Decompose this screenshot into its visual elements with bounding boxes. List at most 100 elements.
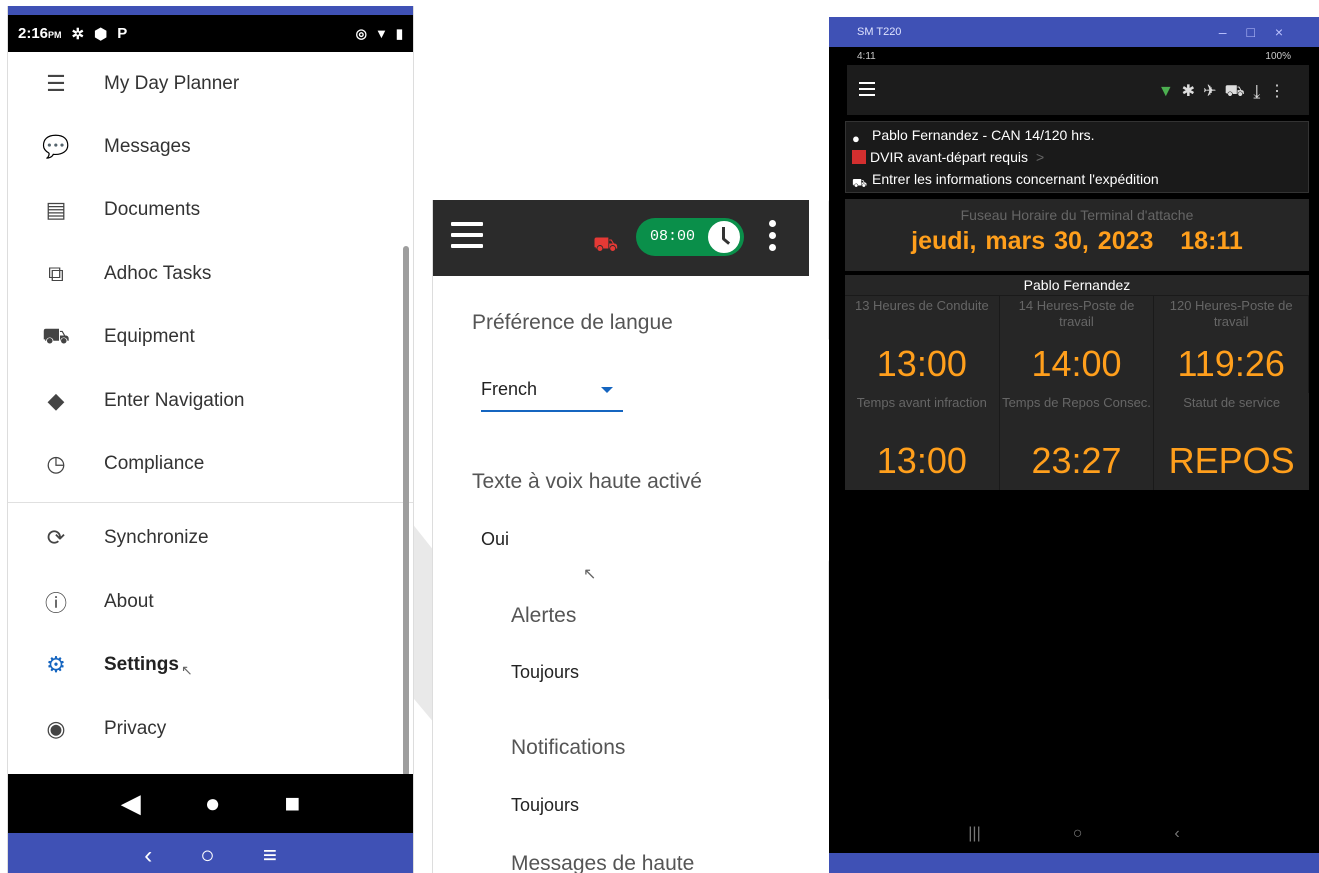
cell-value: 23:27: [1031, 440, 1122, 481]
back-icon[interactable]: ◀: [121, 788, 141, 819]
parking-icon: P: [117, 25, 128, 42]
hours-grid: Pablo Fernandez 13 Heures de Conduite 13:…: [845, 275, 1309, 490]
hours-cell: Statut de service REPOS: [1154, 393, 1309, 490]
satellite-icon[interactable]: ✈: [1203, 83, 1224, 100]
menu-item-my-day-planner[interactable]: ☰ My Day Planner: [8, 52, 413, 115]
app-bar: ▼✱✈⛟⤓⋮: [847, 65, 1309, 115]
window-top-bar: [8, 6, 413, 15]
truck-alert-icon[interactable]: ⛟: [593, 235, 618, 255]
system-nav-bar: ||| ○ ‹: [829, 825, 1319, 853]
dvir-row[interactable]: DVIR avant-départ requis >: [852, 146, 1302, 168]
menu-item-label: Settings: [104, 654, 179, 676]
menu-item-messages[interactable]: 💬 Messages: [8, 115, 413, 178]
hours-cells: 13 Heures de Conduite 13:00 14 Heures-Pos…: [845, 296, 1309, 490]
cell-value: REPOS: [1168, 440, 1295, 481]
timezone-panel: Fuseau Horaire du Terminal d'attache jeu…: [845, 199, 1309, 271]
window-controls[interactable]: – □ ×: [1219, 24, 1291, 40]
scrollbar[interactable]: [403, 246, 409, 776]
menu-item-adhoc-tasks[interactable]: ⧉ Adhoc Tasks: [8, 242, 413, 305]
bluetooth-icon[interactable]: ✱: [1182, 83, 1203, 100]
menu-item-label: Equipment: [104, 326, 195, 348]
battery-level: 100%: [1265, 50, 1291, 62]
cell-value: 119:26: [1177, 343, 1285, 384]
download-icon[interactable]: ⤓: [1253, 83, 1269, 100]
truck-icon[interactable]: ⛟: [1224, 83, 1252, 100]
home-icon[interactable]: ●: [205, 788, 221, 819]
alerts-value[interactable]: Toujours: [511, 662, 579, 683]
menu-item-label: Enter Navigation: [104, 389, 245, 411]
clock-icon[interactable]: [706, 219, 742, 255]
menu-item-label: My Day Planner: [104, 72, 240, 94]
hamburger-menu-icon[interactable]: [451, 222, 483, 250]
more-vert-icon[interactable]: ⋮: [1269, 83, 1293, 100]
menu-item-settings[interactable]: ⚙ Settings ↖: [8, 634, 413, 697]
recents-icon[interactable]: |||: [968, 825, 980, 853]
messages-heading: Messages de haute: [511, 852, 695, 873]
truck-icon: ⛟: [42, 322, 70, 348]
dvir-icon: [852, 150, 866, 164]
shipment-row[interactable]: ⛟ Entrer les informations concernant l'ex…: [852, 168, 1302, 190]
directions-icon: ◆: [47, 387, 65, 413]
menu-item-synchronize[interactable]: ⟳ Synchronize: [8, 507, 413, 570]
window-title: SM T220: [857, 26, 902, 38]
chevron-left-icon[interactable]: ‹: [144, 842, 152, 870]
recents-icon[interactable]: ■: [285, 788, 301, 819]
menu-item-about[interactable]: ⓘ About: [8, 570, 413, 633]
circle-icon[interactable]: ○: [200, 842, 215, 870]
shield-icon: ⬢: [94, 25, 108, 43]
drawer-menu: ☰ My Day Planner 💬 Messages ▤ Documents ⧉ Ad…: [8, 52, 413, 760]
menu-item-label: Synchronize: [104, 527, 209, 549]
brightness-icon: ✲: [71, 25, 85, 43]
document-icon: ▤: [45, 197, 67, 223]
gear-icon: ⚙: [46, 652, 66, 678]
wifi-icon: ▼: [1157, 83, 1182, 100]
cell-label: Temps avant infraction: [856, 395, 987, 410]
notifications-value[interactable]: Toujours: [511, 795, 579, 816]
menu-item-compliance[interactable]: ◷ Compliance: [8, 432, 413, 495]
shipment-line: Entrer les informations concernant l'exp…: [872, 171, 1159, 187]
timer-value: 08:00: [650, 228, 696, 245]
cursor-icon: ↖: [583, 566, 597, 583]
alerts-heading: Alertes: [511, 604, 577, 627]
datetime: jeudi, mars 30, 2023 18:11: [845, 227, 1309, 256]
driver-row[interactable]: ● Pablo Fernandez - CAN 14/120 hrs.: [852, 124, 1302, 146]
cell-value: 13:00: [876, 343, 967, 384]
driver-line: Pablo Fernandez - CAN 14/120 hrs.: [872, 127, 1095, 143]
tasks-icon: ⧉: [48, 260, 64, 286]
menu-item-documents[interactable]: ▤ Documents: [8, 179, 413, 242]
hours-cell: 120 Heures-Poste de travail 119:26: [1154, 296, 1309, 393]
language-select[interactable]: French: [481, 375, 623, 412]
app-bar: ⛟ 08:00: [433, 200, 809, 276]
cell-label: 120 Heures-Poste de travail: [1169, 298, 1293, 329]
menu-item-equipment[interactable]: ⛟ Equipment: [8, 306, 413, 369]
person-icon: ●: [852, 131, 860, 146]
clock-icon: ◷: [46, 451, 66, 477]
menu-item-label: About: [104, 590, 154, 612]
more-vert-icon[interactable]: [769, 220, 777, 256]
hours-cell: Temps de Repos Consec. 23:27: [1000, 393, 1155, 490]
cell-label: 14 Heures-Poste de travail: [1018, 298, 1135, 329]
navigation-drawer-screen: 2:16PM ✲ ⬢ P ◎ ▼ ▮ ☰ My Day Planner 💬 Mess…: [7, 6, 414, 873]
status-time: 2:16PM: [18, 25, 62, 42]
menu-item-label: Adhoc Tasks: [104, 262, 212, 284]
cell-label: Temps de Repos Consec.: [1002, 395, 1151, 410]
date-value: jeudi, mars 30, 2023: [911, 227, 1154, 255]
location-icon: ◎: [355, 25, 367, 41]
home-icon[interactable]: ○: [1073, 825, 1083, 853]
hours-cell: 14 Heures-Poste de travail 14:00: [1000, 296, 1155, 393]
timezone-label: Fuseau Horaire du Terminal d'attache: [960, 207, 1194, 223]
menu-item-enter-navigation[interactable]: ◆ Enter Navigation: [8, 369, 413, 432]
tts-heading: Texte à voix haute activé: [472, 470, 702, 493]
hours-cell: Temps avant infraction 13:00: [845, 393, 1000, 490]
hamburger-menu-icon[interactable]: [859, 82, 875, 100]
chat-bubbles-icon: 💬: [42, 134, 70, 160]
time-value: 18:11: [1180, 227, 1243, 255]
menu-lines-icon[interactable]: ≡: [263, 842, 277, 870]
menu-item-privacy[interactable]: ◉ Privacy: [8, 697, 413, 760]
tts-value[interactable]: Oui: [481, 529, 509, 550]
info-icon: ⓘ: [44, 590, 67, 616]
back-icon[interactable]: ‹: [1174, 825, 1179, 853]
driver-info-panel: ● Pablo Fernandez - CAN 14/120 hrs. DVIR …: [845, 121, 1309, 193]
menu-divider: [8, 501, 413, 503]
hours-cell: 13 Heures de Conduite 13:00: [845, 296, 1000, 393]
